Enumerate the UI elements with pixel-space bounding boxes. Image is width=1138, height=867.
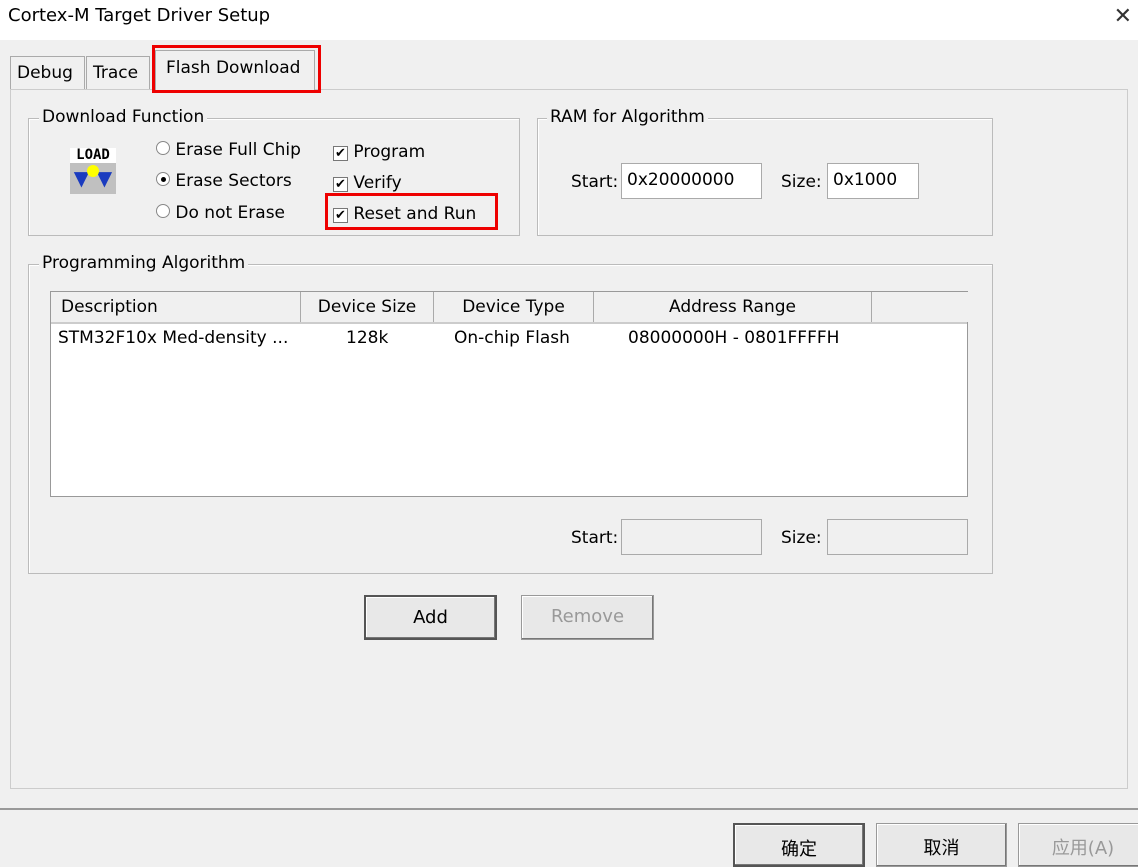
cancel-button[interactable]: 取消: [876, 823, 1007, 867]
radio-erase-full-chip[interactable]: Erase Full Chip: [156, 140, 301, 160]
load-icon: LOAD ▼ ▼: [70, 148, 116, 194]
cell-description: STM32F10x Med-density ...: [58, 328, 289, 348]
column-header-empty: [872, 292, 968, 322]
check-icon[interactable]: ✔: [333, 146, 348, 161]
algo-size-input[interactable]: [827, 519, 968, 555]
highlight-box: [325, 193, 498, 230]
ram-size-label: Size:: [781, 172, 822, 192]
algorithm-label: Programming Algorithm: [39, 253, 249, 273]
checkbox-program[interactable]: ✔ Program: [333, 142, 425, 162]
ram-size-input[interactable]: 0x1000: [827, 163, 919, 199]
apply-button[interactable]: 应用(A): [1018, 823, 1138, 867]
ram-start-input[interactable]: 0x20000000: [621, 163, 762, 199]
radio-erase-sectors[interactable]: Erase Sectors: [156, 171, 292, 191]
column-header-address-range[interactable]: Address Range: [594, 292, 872, 322]
algorithm-table[interactable]: Description Device Size Device Type Addr…: [50, 291, 968, 497]
checkbox-label: Program: [353, 142, 426, 162]
tab-trace[interactable]: Trace: [86, 56, 150, 90]
column-header-device-size[interactable]: Device Size: [301, 292, 434, 322]
algo-start-label: Start:: [571, 528, 619, 548]
radio-icon[interactable]: [156, 141, 170, 155]
cell-device-size: 128k: [346, 328, 389, 348]
column-header-description[interactable]: Description: [51, 292, 301, 322]
divider: [0, 808, 1138, 810]
cell-address-range: 08000000H - 0801FFFFH: [628, 328, 840, 348]
algo-start-input[interactable]: [621, 519, 762, 555]
highlight-box: [152, 45, 321, 93]
radio-label: Erase Full Chip: [175, 140, 301, 160]
ram-label: RAM for Algorithm: [547, 107, 708, 127]
column-header-device-type[interactable]: Device Type: [434, 292, 594, 322]
ram-start-label: Start:: [571, 172, 619, 192]
tab-debug[interactable]: Debug: [10, 56, 85, 90]
radio-label: Do not Erase: [175, 203, 286, 223]
title-bar: Cortex-M Target Driver Setup ✕: [0, 0, 1138, 40]
radio-icon[interactable]: [156, 204, 170, 218]
add-button[interactable]: Add: [364, 595, 497, 640]
checkbox-label: Verify: [353, 173, 402, 193]
download-function-label: Download Function: [39, 107, 208, 127]
remove-button[interactable]: Remove: [521, 595, 654, 640]
checkbox-verify[interactable]: ✔ Verify: [333, 173, 402, 193]
check-icon[interactable]: ✔: [333, 177, 348, 192]
table-row[interactable]: STM32F10x Med-density ... 128k On-chip F…: [51, 328, 967, 352]
radio-do-not-erase[interactable]: Do not Erase: [156, 203, 285, 223]
window-title: Cortex-M Target Driver Setup: [8, 5, 271, 26]
ok-button[interactable]: 确定: [733, 823, 865, 867]
radio-icon[interactable]: [156, 172, 170, 186]
close-icon[interactable]: ✕: [1114, 4, 1132, 29]
algo-size-label: Size:: [781, 528, 822, 548]
cell-device-type: On-chip Flash: [454, 328, 570, 348]
radio-label: Erase Sectors: [175, 171, 292, 191]
